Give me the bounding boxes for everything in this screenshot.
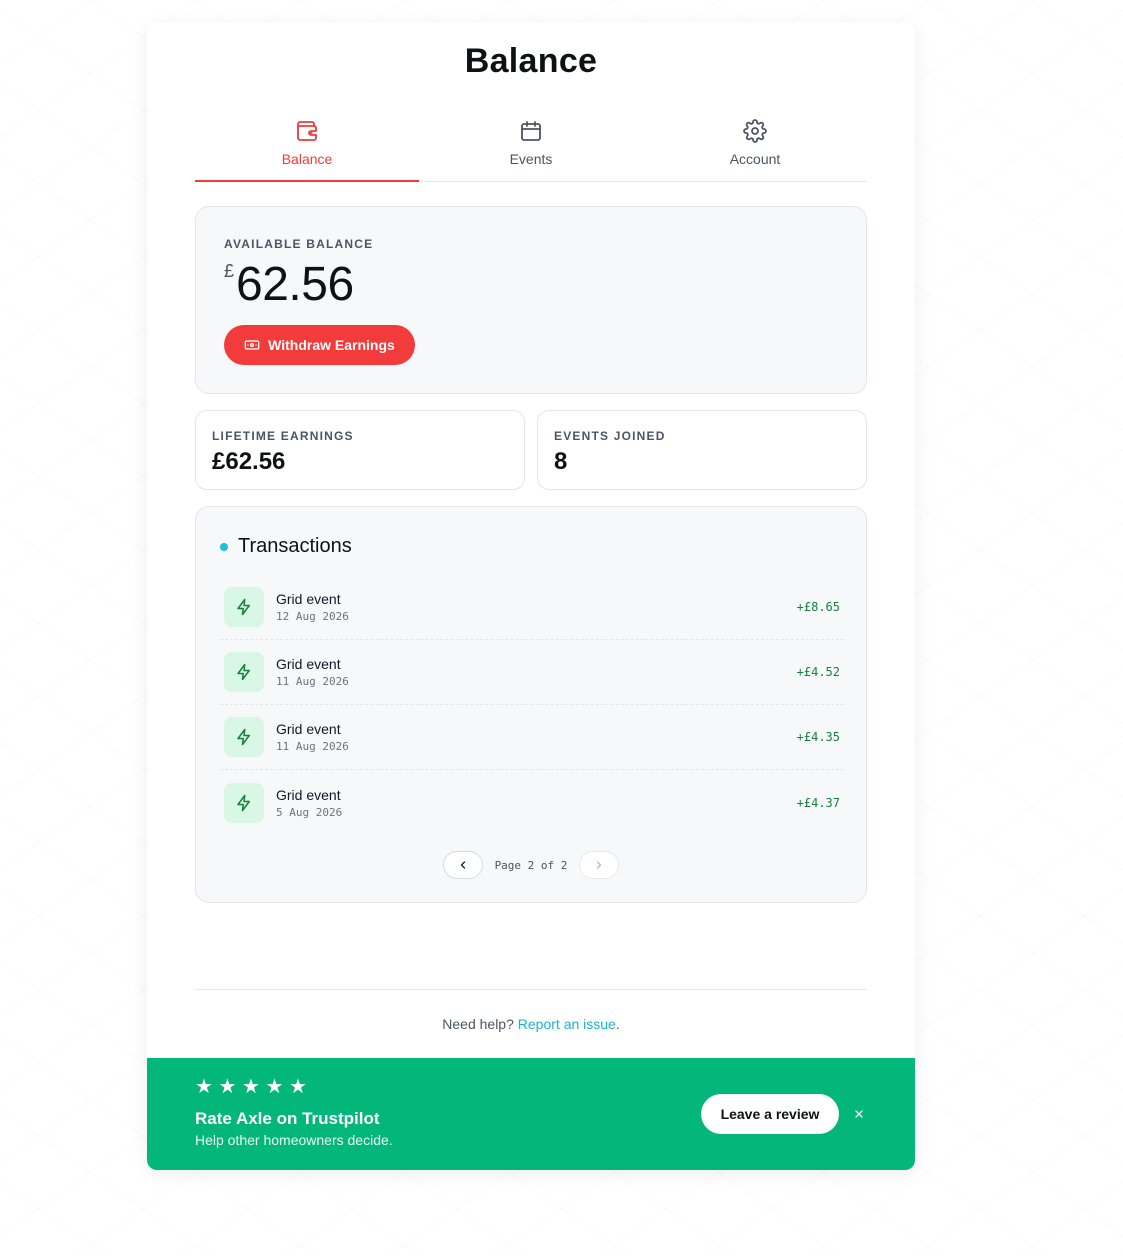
transaction-info: Grid event 11 Aug 2026 [276, 721, 349, 753]
available-balance-label: AVAILABLE BALANCE [224, 237, 374, 251]
footer-divider [195, 989, 867, 990]
help-text: Need help? Report an issue. [147, 1016, 915, 1032]
transaction-info: Grid event 5 Aug 2026 [276, 787, 342, 819]
banner-title: Rate Axle on Trustpilot [195, 1109, 380, 1128]
balance-card: Balance Balance Events Account AVAILABLE… [147, 22, 915, 1170]
trustpilot-banner: ★ ★ ★ ★ ★ Rate Axle on Trustpilot Help o… [147, 1058, 915, 1170]
close-icon [855, 1110, 863, 1118]
currency-symbol: £ [224, 261, 235, 281]
page-indicator: Page 2 of 2 [494, 858, 568, 872]
events-joined-value: 8 [554, 448, 568, 475]
transaction-name: Grid event [276, 656, 341, 672]
rating-stars: ★ ★ ★ ★ ★ [195, 1076, 307, 1098]
tab-events[interactable]: Events [419, 116, 643, 181]
lightning-icon [224, 652, 264, 692]
transaction-info: Grid event 12 Aug 2026 [276, 591, 349, 623]
transaction-info: Grid event 11 Aug 2026 [276, 656, 349, 688]
transaction-amount: +£4.35 [796, 730, 840, 744]
lightning-icon [224, 782, 264, 823]
transaction-date: 12 Aug 2026 [276, 610, 349, 623]
gear-icon [743, 119, 767, 143]
tab-events-label: Events [509, 151, 553, 167]
transactions-panel: Transactions Grid event 12 Aug 2026 +£8.… [195, 506, 867, 903]
leave-review-button[interactable]: Leave a review [701, 1094, 839, 1134]
pagination: Page 2 of 2 [196, 851, 866, 879]
transactions-header: Transactions [220, 535, 352, 558]
close-banner-button[interactable] [849, 1104, 869, 1124]
events-joined-label: EVENTS JOINED [554, 429, 666, 443]
banner-subtitle: Help other homeowners decide. [195, 1132, 393, 1148]
page-title: Balance [464, 42, 598, 80]
calendar-icon [521, 121, 541, 141]
transaction-row[interactable]: Grid event 11 Aug 2026 +£4.35 [220, 705, 844, 770]
status-dot [220, 542, 228, 551]
available-balance-amount: £ 62.56 [224, 257, 354, 312]
transaction-name: Grid event [276, 591, 341, 607]
lifetime-earnings-card: LIFETIME EARNINGS £62.56 [195, 410, 525, 490]
help-prompt: Need help? [442, 1016, 514, 1032]
chevron-right-icon [597, 861, 602, 869]
withdraw-earnings-label: Withdraw Earnings [268, 337, 395, 353]
withdraw-earnings-button[interactable]: Withdraw Earnings [224, 325, 415, 365]
balance-value: 62.56 [236, 258, 354, 311]
report-issue-link[interactable]: Report an issue [518, 1016, 616, 1032]
transaction-amount: +£4.37 [796, 795, 840, 810]
transaction-row[interactable]: Grid event 11 Aug 2026 +£4.52 [220, 640, 844, 705]
transaction-amount: +£8.65 [796, 600, 840, 614]
transaction-date: 5 Aug 2026 [276, 805, 343, 819]
tab-bar: Balance Events Account [195, 116, 867, 182]
previous-page-button[interactable] [442, 851, 483, 879]
transaction-row[interactable]: Grid event 12 Aug 2026 +£8.65 [220, 575, 844, 640]
next-page-button[interactable] [579, 851, 620, 879]
help-suffix: . [615, 1016, 620, 1032]
wallet-icon [297, 121, 317, 141]
transaction-row[interactable]: Grid event 5 Aug 2026 +£4.37 [220, 770, 844, 835]
lifetime-earnings-value: £62.56 [212, 448, 286, 475]
transactions-title: Transactions [238, 535, 352, 557]
tab-balance-label: Balance [281, 151, 333, 167]
available-balance-panel: AVAILABLE BALANCE £ 62.56 Withdraw Earni… [195, 206, 867, 394]
tab-balance[interactable]: Balance [195, 116, 419, 182]
tab-account[interactable]: Account [643, 116, 867, 181]
tab-account-label: Account [729, 151, 781, 167]
transaction-amount: +£4.52 [796, 665, 840, 679]
transaction-name: Grid event [276, 786, 341, 803]
transaction-date: 11 Aug 2026 [276, 740, 349, 753]
transaction-name: Grid event [276, 721, 341, 737]
transaction-date: 11 Aug 2026 [276, 675, 349, 688]
lifetime-earnings-label: LIFETIME EARNINGS [212, 429, 354, 443]
transactions-list: Grid event 12 Aug 2026 +£8.65 Grid event… [220, 575, 844, 835]
events-joined-card: EVENTS JOINED 8 [537, 410, 867, 490]
cash-icon [244, 340, 260, 350]
lightning-icon [224, 587, 264, 627]
lightning-icon [224, 717, 264, 757]
chevron-left-icon [460, 861, 465, 869]
